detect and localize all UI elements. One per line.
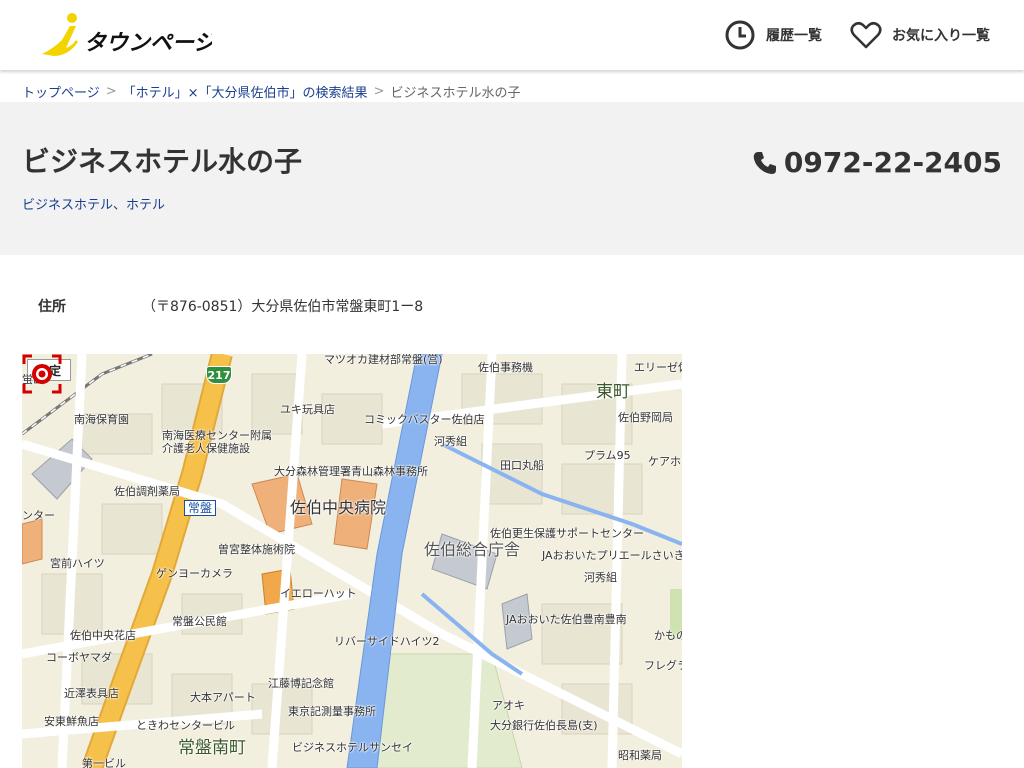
breadcrumb-home-link[interactable]: トップページ: [22, 82, 100, 101]
map-label-hospital: 佐伯中央病院: [290, 498, 387, 517]
breadcrumb-current: ビジネスホテル水の子: [390, 85, 521, 101]
map-label: 東京記測量事務所: [288, 705, 376, 718]
map-label: 佐伯調剤薬局: [114, 485, 180, 498]
map-label: 宮前ハイツ: [50, 557, 105, 570]
map-label: イエローハット: [280, 587, 357, 600]
history-link[interactable]: 履歴一覧: [724, 18, 822, 52]
map-label: 東町: [596, 382, 630, 402]
page-title: ビジネスホテル水の子: [22, 145, 303, 178]
map-label: JAおおいた佐伯豊南豊南: [506, 613, 627, 626]
category-separator: 、: [113, 198, 127, 213]
map-label: フレグラ: [644, 659, 682, 672]
address-value: （〒876-0851）大分県佐伯市常盤東町1ー8: [142, 299, 424, 315]
map-label: 常盤南町: [178, 738, 246, 758]
map-label: 南海医療センター附属: [162, 429, 272, 442]
map-label: プラム95: [584, 449, 631, 462]
map-label: 佐伯中央花店: [70, 629, 136, 642]
map-label: ユキ玩具店: [280, 403, 335, 416]
map-label: ケアホー: [648, 455, 682, 468]
map-label: 第一ビル: [82, 757, 126, 768]
map-label: 常盤公民館: [172, 615, 227, 628]
phone-number-link[interactable]: 0972-22-2405: [752, 146, 1002, 179]
map-label: 曽宮整体施術院: [218, 543, 295, 556]
map-label: エリーゼ佐: [634, 361, 682, 374]
map-label: 安東鮮魚店: [44, 715, 99, 728]
map-label: 近澤表具店: [64, 687, 119, 700]
category-link-hotel[interactable]: ホテル: [126, 198, 165, 213]
map-label: 河秀組: [434, 435, 467, 448]
map-label: アオキ: [492, 699, 525, 712]
itownpage-logo-icon: タウンページ: [42, 13, 219, 56]
favorites-label: お気に入り一覧: [892, 28, 990, 44]
category-link-business-hotel[interactable]: ビジネスホテル: [22, 198, 113, 213]
map-label: 河秀組: [584, 571, 617, 584]
heart-icon: [850, 21, 882, 49]
route-badge: 217: [206, 366, 232, 384]
map-label: 佐伯総合庁舎: [424, 540, 521, 559]
map-label: 大本アパート: [190, 691, 256, 704]
category-list: ビジネスホテル、ホテル: [22, 194, 165, 213]
map-label: ゲンヨーカメラ: [156, 567, 233, 580]
map-label: マツオカ建材部常盤(営): [324, 354, 443, 366]
map-label: 江藤博記念館: [268, 677, 334, 690]
site-logo[interactable]: タウンページ: [40, 10, 219, 60]
breadcrumb-search-link[interactable]: 「ホテル」×「大分県佐伯市」の検索結果: [123, 82, 368, 101]
favorites-link[interactable]: お気に入り一覧: [850, 18, 990, 52]
map-label: 佐伯事務機: [478, 361, 533, 374]
map-label: 佐伯更生保護サポートセンター: [490, 527, 644, 540]
map-label: JAおおいたプリエールさいき: [542, 549, 682, 562]
clock-icon: [725, 20, 755, 50]
map-label: コミックバスター佐伯店: [364, 413, 485, 426]
map-view[interactable]: 設定 217 マツオカ建材部常盤(営) 佐伯事務機 東町 エリーゼ佐 南海保育園…: [22, 354, 682, 768]
map-label: コーボヤマダ: [46, 651, 112, 664]
breadcrumb: トップページ > 「ホテル」×「大分県佐伯市」の検索結果 > ビジネスホテル水の…: [22, 80, 520, 102]
map-label: 介護老人保健施設: [162, 442, 250, 455]
breadcrumb-separator: >: [105, 83, 117, 99]
listing-header: ビジネスホテル水の子 ビジネスホテル、ホテル 0972-22-2405: [0, 102, 1024, 255]
map-label: ビジネスホテルサンセイ: [292, 741, 413, 754]
phone-icon: [753, 151, 776, 174]
map-label: 南海保育園: [74, 413, 129, 426]
map-label: 佐伯野岡局: [618, 411, 673, 424]
history-label: 履歴一覧: [766, 28, 822, 44]
breadcrumb-separator: >: [373, 83, 385, 99]
map-label: ンター: [22, 509, 55, 522]
svg-text:タウンページ: タウンページ: [84, 31, 212, 56]
phone-number: 0972-22-2405: [783, 146, 1002, 179]
map-label: 昭和薬局: [618, 749, 662, 762]
address-label: 住所: [38, 299, 66, 315]
station-label: 常盤: [184, 500, 217, 516]
location-marker-icon: [22, 354, 62, 394]
site-header: タウンページ 履歴一覧 お気に入り一覧: [0, 0, 1024, 70]
map-label: リバーサイドハイツ2: [334, 635, 440, 648]
map-label: かもの: [654, 629, 682, 642]
map-label: ときわセンタービル: [136, 719, 235, 732]
map-label: 大分森林管理署青山森林事務所: [274, 465, 428, 478]
map-label: 大分銀行佐伯長島(支): [490, 719, 598, 732]
map-label: 田口丸船: [500, 459, 544, 472]
